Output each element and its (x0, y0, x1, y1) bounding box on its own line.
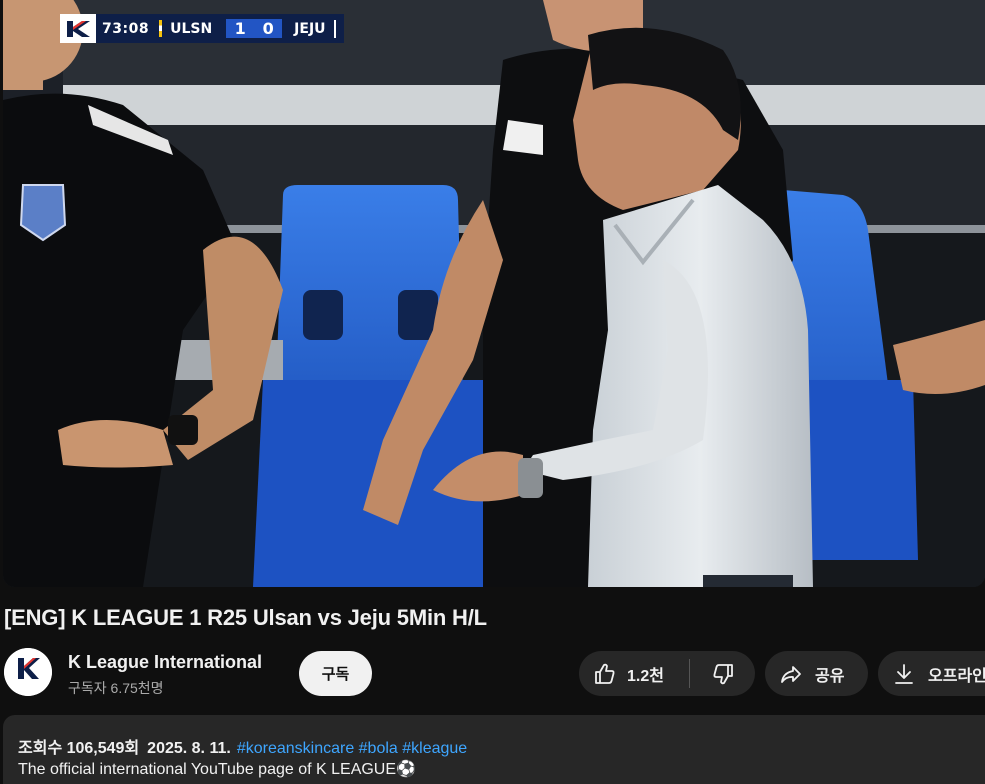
k-league-avatar-icon (4, 648, 52, 696)
view-count: 조회수 106,549회 (18, 740, 140, 757)
like-count: 1.2천 (627, 667, 664, 685)
thumbs-down-icon (713, 663, 733, 684)
k-league-logo-icon (60, 14, 96, 43)
away-team: JEJU (294, 20, 326, 37)
description-text: The official international YouTube page … (18, 761, 416, 778)
like-dislike-group: 1.2천 (579, 651, 755, 696)
share-button[interactable]: 공유 (765, 651, 868, 696)
upload-date: 2025. 8. 11. (147, 740, 231, 757)
download-label: 오프라인 (928, 667, 985, 685)
away-score: 0 (254, 19, 283, 38)
home-team: ULSN (170, 20, 213, 37)
video-frame (3, 0, 985, 587)
home-score: 1 (226, 19, 255, 38)
description-box[interactable]: 조회수 106,549회 2025. 8. 11. #koreanskincare … (3, 715, 985, 784)
share-label: 공유 (815, 667, 845, 685)
hashtags[interactable]: #koreanskincare #bola #kleague (237, 740, 467, 757)
dislike-button[interactable] (690, 651, 755, 696)
download-button[interactable]: 오프라인 (878, 651, 985, 696)
video-title: [ENG] K LEAGUE 1 R25 Ulsan vs Jeju 5Min … (4, 605, 487, 630)
video-player[interactable]: 73:08 ULSN 1 0 JEJU (3, 0, 985, 587)
scoreboard: 73:08 ULSN 1 0 JEJU (60, 14, 344, 43)
download-icon (895, 663, 913, 684)
subscribe-button[interactable]: 구독 (299, 651, 372, 696)
description-meta: 조회수 106,549회 2025. 8. 11. #koreanskincare … (18, 734, 467, 758)
share-arrow-icon (781, 665, 801, 683)
like-button[interactable]: 1.2천 (579, 651, 689, 696)
subscriber-count: 구독자 6.75천명 (68, 680, 164, 696)
channel-avatar[interactable] (4, 648, 52, 696)
scoreboard-end-bar (333, 19, 336, 38)
channel-name[interactable]: K League International (68, 652, 262, 673)
channel-row: K League International 구독자 6.75천명 구독 1.2… (0, 648, 985, 702)
match-clock: 73:08 (102, 20, 150, 37)
scoreboard-main: 73:08 ULSN 1 0 JEJU (96, 14, 344, 43)
thumbs-up-icon (595, 663, 615, 684)
youtube-watch-page: 73:08 ULSN 1 0 JEJU [ENG] K LEAGUE 1 R25… (0, 0, 985, 784)
scoreboard-separator (159, 20, 163, 37)
